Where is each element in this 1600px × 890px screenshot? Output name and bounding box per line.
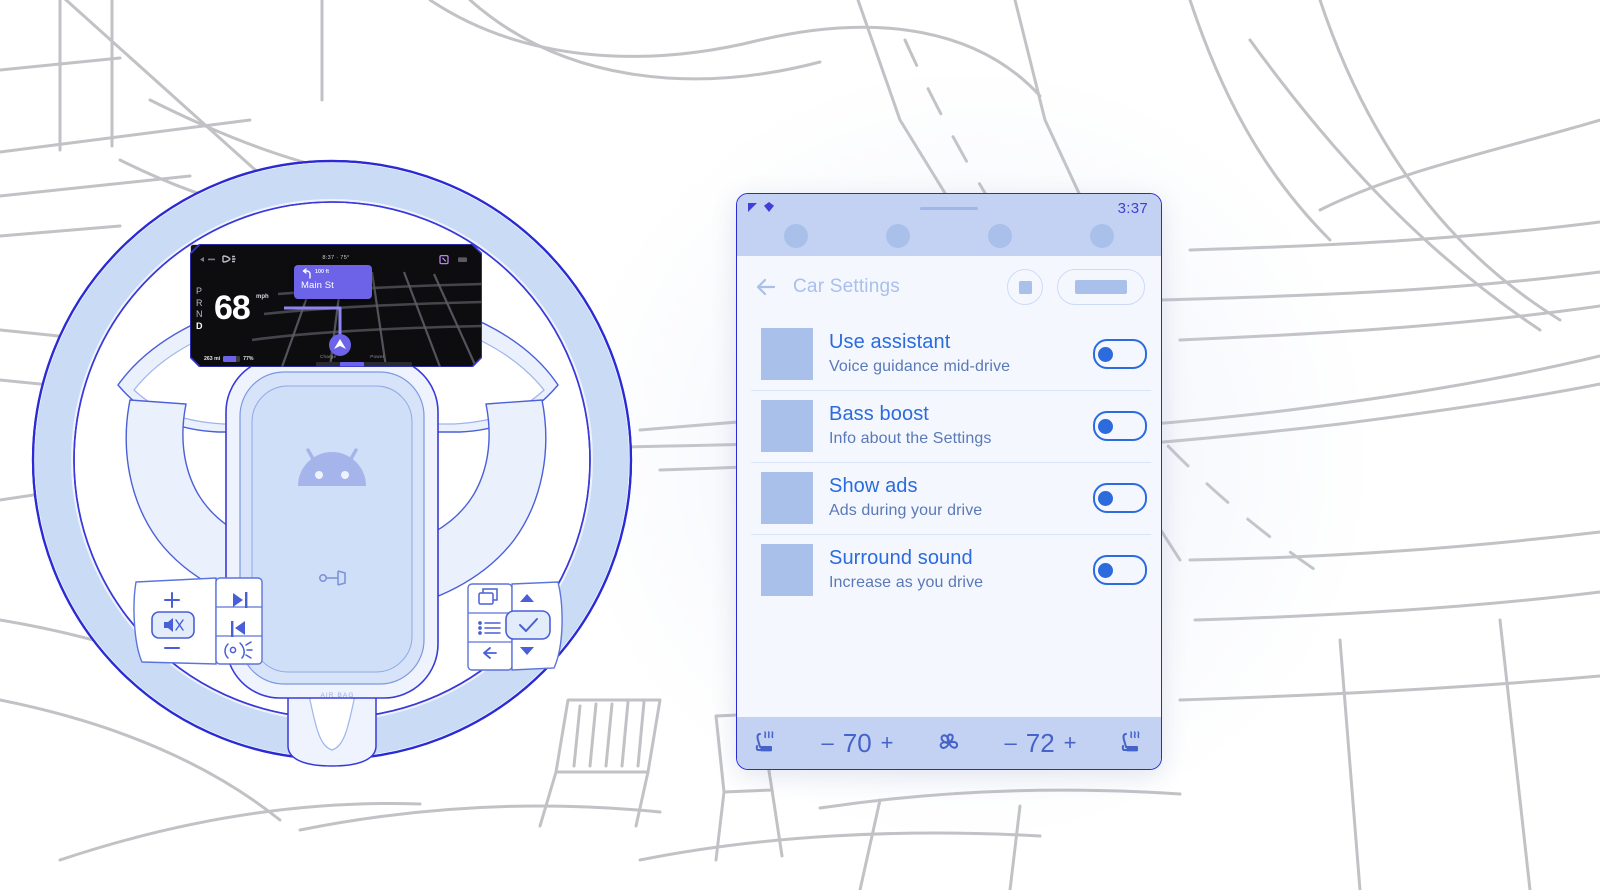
speed-value: 68 — [214, 289, 251, 327]
steering-wheel: AIR BAG — [30, 150, 645, 770]
navigation-card: 100 ft Main St — [294, 265, 372, 299]
gear-d: D — [196, 320, 203, 331]
row-subtitle: Ads during your drive — [829, 502, 983, 519]
table-row[interactable]: Use assistant Voice guidance mid-drive — [737, 318, 1161, 390]
app-dock — [737, 224, 1161, 248]
status-icons — [748, 202, 774, 212]
row-subtitle: Voice guidance mid-drive — [829, 358, 1011, 375]
dock-app-4[interactable] — [1090, 224, 1114, 248]
row-text: Surround sound Increase as you drive — [829, 545, 1077, 595]
toggle-switch-use-assistant[interactable] — [1093, 339, 1147, 369]
instrument-cluster-display: 8:37 · 75° P R N D 68 mph 65 mph 100 ft … — [190, 244, 482, 367]
dock-app-2[interactable] — [886, 224, 910, 248]
mute-button — [151, 611, 195, 639]
row-title: Use assistant — [829, 331, 951, 353]
driver-temp-plus[interactable]: + — [881, 730, 894, 756]
toggle-switch-bass-boost[interactable] — [1093, 411, 1147, 441]
placeholder-thumbnail — [761, 328, 813, 380]
pill-placeholder-icon[interactable] — [1057, 269, 1145, 305]
speed-unit: mph — [256, 294, 269, 300]
diamond-icon — [764, 202, 774, 212]
row-text: Bass boost Info about the Settings — [829, 401, 1077, 451]
airbag-label: AIR BAG — [320, 692, 355, 699]
left-button-cluster — [133, 577, 263, 665]
row-title: Show ads — [829, 475, 918, 497]
dock-app-3[interactable] — [988, 224, 1012, 248]
back-arrow-icon[interactable] — [753, 274, 779, 300]
row-title: Bass boost — [829, 403, 929, 425]
table-row[interactable]: Bass boost Info about the Settings — [737, 390, 1161, 462]
status-clock: 3:37 — [1117, 200, 1148, 217]
power-label: Power — [370, 354, 385, 359]
right-button-cluster — [467, 581, 563, 671]
settings-list: Use assistant Voice guidance mid-drive B… — [737, 318, 1161, 606]
heated-seat-icon[interactable] — [751, 728, 781, 758]
heated-seat-icon[interactable] — [1117, 728, 1147, 758]
power-meter-labels: Charge Power — [320, 354, 384, 359]
passenger-temp-plus[interactable]: + — [1064, 730, 1077, 756]
gear-p: P — [196, 286, 203, 296]
toggle-switch-show-ads[interactable] — [1093, 483, 1147, 513]
table-row[interactable]: Surround sound Increase as you drive — [737, 534, 1161, 606]
fan-icon[interactable] — [934, 728, 964, 758]
placeholder-thumbnail — [761, 544, 813, 596]
cluster-top-info: 8:37 · 75° — [322, 255, 350, 261]
climate-bar: – 70 + – 72 + — [737, 717, 1161, 769]
nav-street: Main St — [301, 280, 334, 291]
gear-indicator: P R N D — [196, 286, 203, 332]
nav-distance: 100 ft — [315, 269, 330, 275]
row-text: Show ads Ads during your drive — [829, 473, 1077, 523]
turn-left-icon — [302, 268, 311, 279]
placeholder-thumbnail — [761, 472, 813, 524]
passenger-temp-value: 72 — [1025, 727, 1055, 758]
row-subtitle: Info about the Settings — [829, 430, 992, 447]
page-title: Car Settings — [793, 276, 900, 297]
gear-n: N — [196, 309, 203, 319]
stop-square-icon[interactable] — [1007, 269, 1043, 305]
table-row[interactable]: Show ads Ads during your drive — [737, 462, 1161, 534]
row-subtitle: Increase as you drive — [829, 574, 984, 591]
dashboard-scene: AIR BAG 8:37 · 75° P R N D 68 mph 100 ft… — [0, 0, 1600, 890]
row-text: Use assistant Voice guidance mid-drive — [829, 329, 1077, 379]
battery-percent: 77% — [243, 356, 254, 362]
dock-app-1[interactable] — [784, 224, 808, 248]
battery-bar — [223, 356, 241, 362]
drag-handle[interactable] — [920, 207, 978, 210]
charge-label: Charge — [320, 354, 337, 359]
head-unit-screen: 3:37 Car Settings Use assistant Voice gu… — [736, 193, 1162, 770]
battery-indicator: 263 mi 77% — [204, 356, 254, 362]
battery-range: 263 mi — [204, 356, 221, 362]
driver-temp-minus[interactable]: – — [821, 730, 833, 756]
toggle-switch-surround-sound[interactable] — [1093, 555, 1147, 585]
driver-temperature-control: – 70 + — [821, 728, 893, 759]
placeholder-thumbnail — [761, 400, 813, 452]
status-bar: 3:37 — [737, 194, 1161, 256]
passenger-temperature-control: – 72 + — [1004, 728, 1076, 759]
signal-triangle-icon — [748, 202, 757, 212]
dpad-confirm-button — [505, 610, 551, 640]
gear-r: R — [196, 297, 203, 308]
row-title: Surround sound — [829, 547, 973, 569]
app-bar: Car Settings — [737, 256, 1161, 318]
passenger-temp-minus[interactable]: – — [1004, 730, 1016, 756]
driver-temp-value: 70 — [842, 727, 872, 758]
